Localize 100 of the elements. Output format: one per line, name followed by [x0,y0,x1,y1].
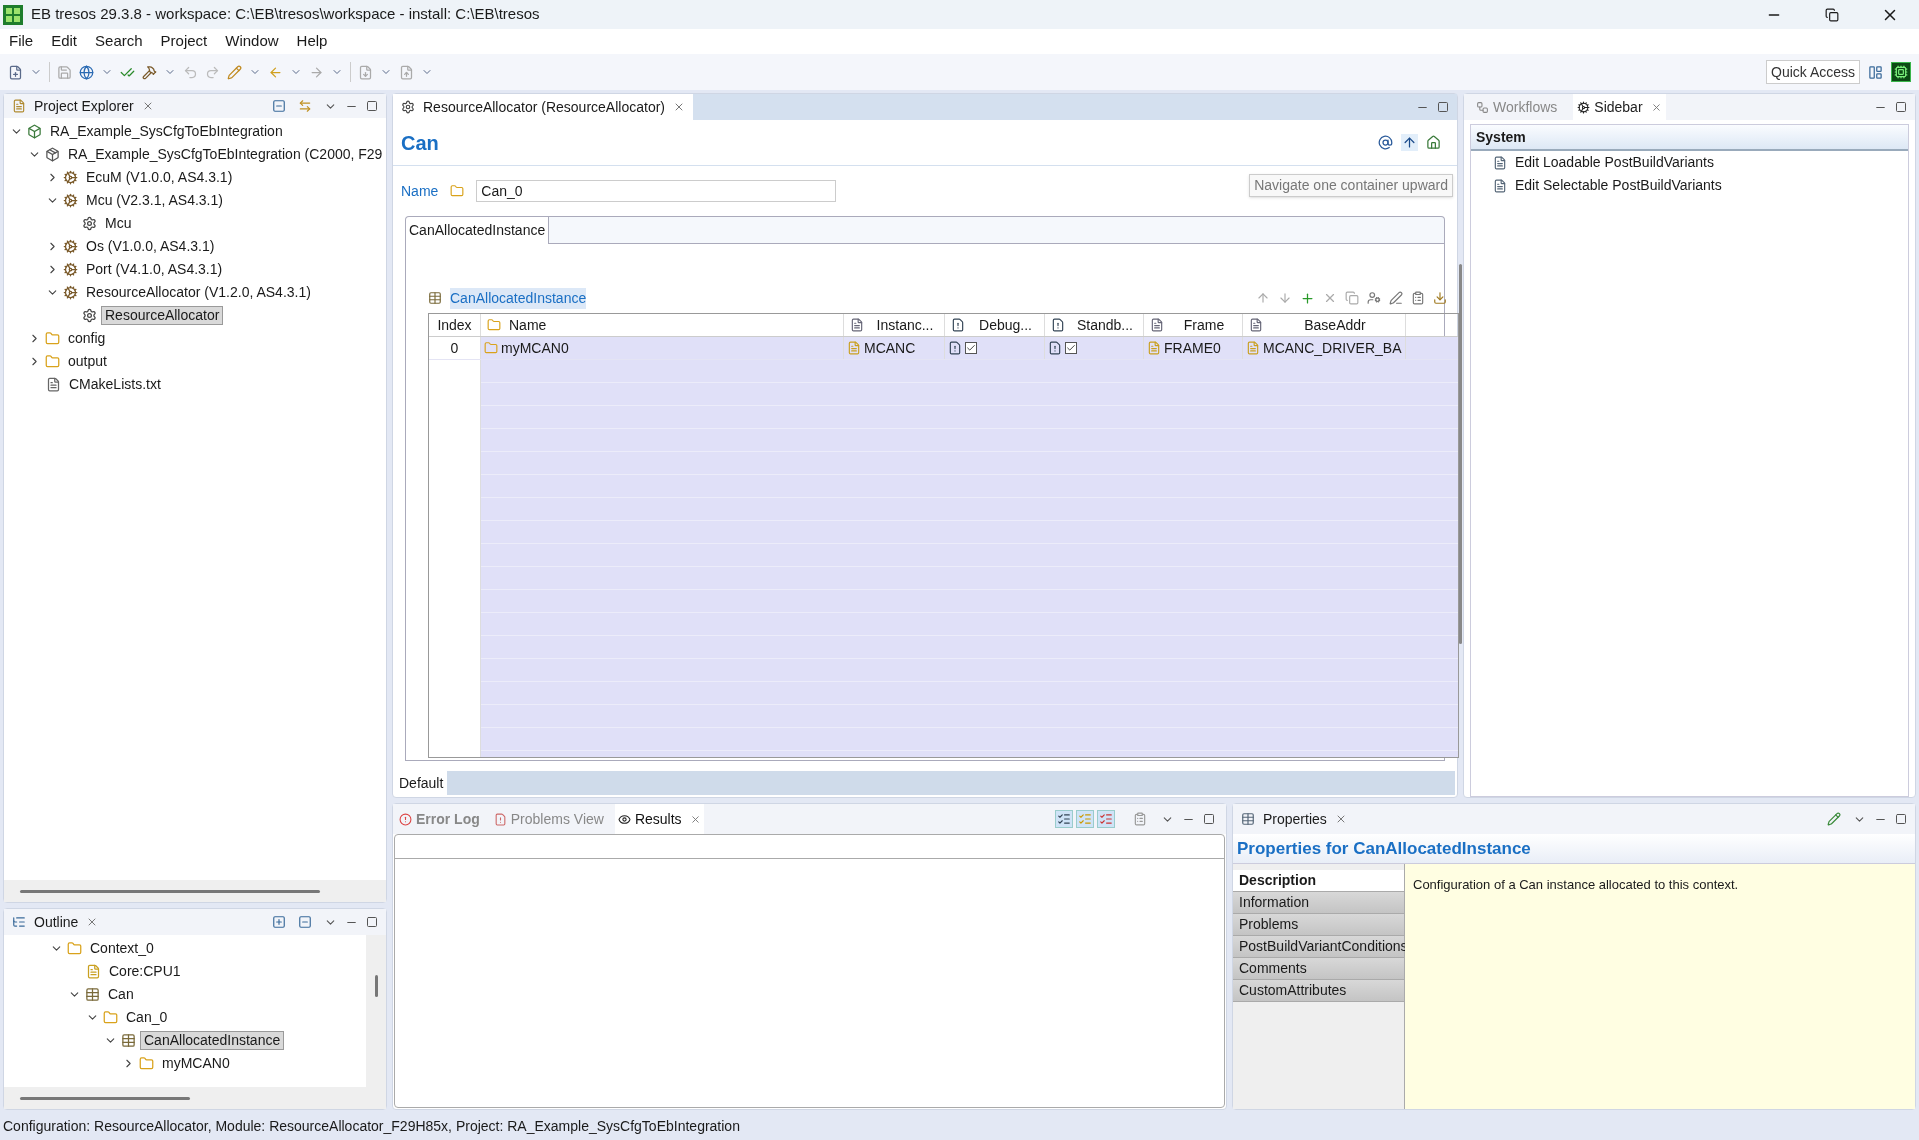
tree-item[interactable]: myMCAN0 [158,1054,234,1073]
menu-item[interactable]: Search [95,30,143,53]
panel-tab[interactable]: Properties [1263,808,1327,830]
globe-icon[interactable] [79,64,94,80]
table-row[interactable]: 0 myMCAN0 MCANC FRAME0 MCANC_DRIVER_BA [429,337,1458,360]
horizontal-scrollbar[interactable] [20,889,320,893]
quick-access-field[interactable]: Quick Access [1766,60,1860,84]
vertical-scrollbar[interactable] [1459,264,1462,644]
table-cell-text: FRAME0 [1164,338,1221,358]
close-icon[interactable] [673,101,685,113]
column-header[interactable]: Index [429,314,481,336]
vertical-scrollbar[interactable] [374,975,378,997]
tree-item[interactable]: Mcu [101,214,136,233]
tab-label[interactable]: Sidebar [1594,96,1643,118]
table-title[interactable]: CanAllocatedInstance [450,287,587,309]
property-tab[interactable]: CustomAttributes [1233,980,1404,1002]
action-link[interactable]: Edit Loadable PostBuildVariants [1515,152,1714,173]
tree-item[interactable]: ResourceAllocator [101,306,224,325]
gear-icon [63,285,78,300]
user-gear-icon[interactable] [1367,291,1381,305]
delete-icon[interactable] [1323,291,1337,305]
tree-item[interactable]: CMakeLists.txt [65,375,165,394]
filter-toggle[interactable] [1076,810,1094,828]
maximize-icon[interactable] [1895,101,1907,113]
maximize-icon[interactable] [1203,813,1215,825]
name-field[interactable]: Can_0 [476,180,837,202]
pencil-icon[interactable] [227,64,242,80]
tree-item[interactable]: EcuM (V1.0.0, AS4.3.1) [82,168,237,187]
folder-icon [45,331,60,346]
tree-item[interactable]: Can_0 [122,1008,172,1027]
tree-item[interactable]: Context_0 [86,939,158,958]
file-icon [850,318,864,332]
new-file-icon[interactable] [8,64,23,80]
pencil-icon[interactable] [1389,291,1403,305]
maximize-icon[interactable] [366,916,378,928]
hammer-icon[interactable] [142,64,157,80]
tree-item[interactable]: CanAllocatedInstance [140,1031,285,1050]
collapse-all-icon[interactable] [298,915,312,929]
at-sign-icon[interactable] [1378,135,1393,150]
panel-tab[interactable]: Results [614,804,704,834]
filter-toggle[interactable] [1097,810,1115,828]
chip-icon[interactable] [1891,62,1911,82]
horizontal-scrollbar[interactable] [20,1096,190,1100]
checkbox[interactable] [1065,342,1077,354]
outline-icon [12,915,26,929]
column-header[interactable]: Debug... [945,314,1045,336]
import-icon[interactable] [1433,291,1447,305]
copy-icon[interactable] [1345,291,1359,305]
tree-item[interactable]: Port (V4.1.0, AS4.3.1) [82,260,227,279]
home-icon[interactable] [1426,135,1441,150]
add-icon[interactable] [1300,290,1315,306]
editor-tab-label[interactable]: ResourceAllocator (ResourceAllocator) [423,96,665,118]
column-header[interactable]: Name [481,314,844,336]
tree-item[interactable]: Core:CPU1 [105,962,185,981]
property-tab[interactable]: Comments [1233,958,1404,980]
tree-item[interactable]: ResourceAllocator (V1.2.0, AS4.3.1) [82,283,315,302]
section-tab[interactable]: CanAllocatedInstance [405,216,550,244]
move-down-icon[interactable] [1278,291,1292,305]
tree-item[interactable]: config [64,329,110,348]
column-header[interactable]: Standb... [1045,314,1144,336]
page-tab[interactable]: Default [395,771,448,795]
maximize-icon[interactable] [1895,813,1907,825]
property-tab[interactable]: PostBuildVariantConditions [1233,936,1404,958]
tree-item[interactable]: output [64,352,111,371]
close-icon[interactable] [1650,101,1662,113]
panel-tab[interactable]: Outline [34,911,79,933]
filter-toggle[interactable] [1055,810,1073,828]
menu-item[interactable]: File [9,30,34,53]
checkbox[interactable] [965,342,977,354]
restore-window-icon[interactable] [1825,7,1839,22]
column-header[interactable]: BaseAddr [1243,314,1406,336]
column-header[interactable]: Instanc... [844,314,945,336]
editor-tab[interactable]: ResourceAllocator (ResourceAllocator) [393,94,693,120]
action-link[interactable]: Edit Selectable PostBuildVariants [1515,175,1722,196]
property-tab[interactable]: Problems [1233,914,1404,936]
description-text: Configuration of a Can instance allocated to this context. [1413,877,1739,892]
tree-item[interactable]: Os (V1.0.0, AS4.3.1) [82,237,219,256]
menu-item[interactable]: Window [225,30,279,53]
collapse-all-icon[interactable] [272,99,286,113]
tree-item[interactable]: RA_Example_SysCfgToEbIntegration [46,122,287,141]
menu-item[interactable]: Edit [51,30,78,53]
document-icon [1493,155,1507,170]
close-icon[interactable] [689,813,701,825]
box-icon [27,124,42,139]
column-header[interactable]: Frame [1144,314,1243,336]
menu-item[interactable]: Project [160,30,208,53]
panel-tab[interactable]: Sidebar [1573,94,1666,120]
tab-label[interactable]: Results [634,808,682,830]
property-tab[interactable]: Information [1233,892,1404,914]
property-tab[interactable]: Description [1233,870,1404,892]
tree-item[interactable]: Can [104,985,138,1004]
tree-item[interactable]: RA_Example_SysCfgToEbIntegration (C2000, F29 [64,145,386,164]
move-up-icon[interactable] [1256,291,1270,305]
expand-all-icon[interactable] [272,915,286,929]
tree-item[interactable]: Mcu (V2.3.1, AS4.3.1) [82,191,227,210]
maximize-icon[interactable] [1437,101,1449,113]
maximize-icon[interactable] [366,100,378,112]
document-icon [948,341,962,355]
menu-item[interactable]: Help [296,30,328,53]
gear-icon [63,193,78,208]
